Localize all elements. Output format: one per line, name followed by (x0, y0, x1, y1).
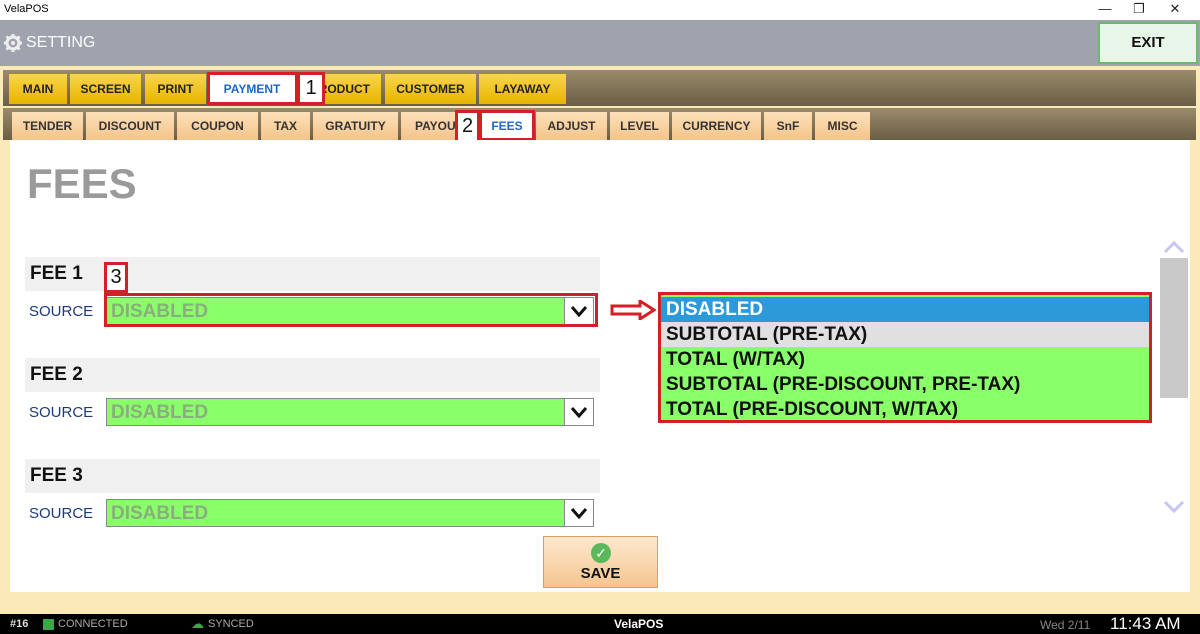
step-2-badge: 2 (455, 110, 480, 143)
tab-gratuity[interactable]: GRATUITY (313, 112, 398, 140)
fee-2-header: FEE 2 (25, 358, 600, 392)
title-bar: VelaPOS — ❐ ✕ (0, 0, 1200, 20)
gear-icon (4, 34, 22, 52)
tab-adjust[interactable]: ADJUST (536, 112, 607, 140)
tab-discount[interactable]: DISCOUNT (86, 112, 174, 140)
fee-1-title: FEE 1 (30, 263, 83, 284)
chevron-down-icon[interactable] (564, 500, 593, 526)
chevron-down-icon[interactable] (564, 399, 593, 425)
option-disabled[interactable]: DISABLED (661, 297, 1149, 322)
save-button[interactable]: ✓ SAVE (543, 536, 658, 588)
highlight-payment-tab (207, 72, 298, 105)
scroll-down-icon[interactable] (1162, 498, 1186, 516)
step-1-badge: 1 (297, 72, 325, 105)
option-subtotal-pre-discount-pre-tax[interactable]: SUBTOTAL (PRE-DISCOUNT, PRE-TAX) (661, 372, 1149, 397)
fee-2-source-label: SOURCE (29, 404, 94, 421)
tab-layaway[interactable]: LAYAWAY (479, 74, 566, 104)
save-label: SAVE (580, 565, 621, 582)
highlight-fees-tab (479, 110, 535, 141)
scrollbar-thumb[interactable] (1160, 258, 1188, 398)
checkmark-icon: ✓ (591, 543, 611, 563)
tab-print[interactable]: PRINT (145, 74, 206, 104)
minimize-button[interactable]: — (1088, 0, 1122, 20)
right-arrow-icon (610, 300, 656, 320)
setting-title: SETTING (26, 34, 96, 51)
fee-2-title: FEE 2 (30, 364, 83, 385)
fee-3-title: FEE 3 (30, 465, 83, 486)
tab-screen[interactable]: SCREEN (70, 74, 141, 104)
settings-header: SETTING (0, 20, 1200, 66)
tab-snf[interactable]: SnF (764, 112, 812, 140)
option-total-with-tax[interactable]: TOTAL (W/TAX) (661, 347, 1149, 372)
fee-3-header: FEE 3 (25, 459, 600, 493)
tab-misc[interactable]: MISC (815, 112, 870, 140)
fee-3-source-select[interactable]: DISABLED (106, 499, 594, 527)
connection-status: CONNECTED (58, 618, 128, 630)
fee-3-source-label: SOURCE (29, 505, 94, 522)
window-title: VelaPOS (4, 3, 49, 15)
close-button[interactable]: ✕ (1158, 0, 1192, 20)
exit-button[interactable]: EXIT (1098, 22, 1198, 64)
page-title: FEES (27, 160, 137, 207)
cloud-icon: ☁ (191, 616, 204, 631)
tab-tax[interactable]: TAX (261, 112, 310, 140)
option-total-pre-discount-with-tax[interactable]: TOTAL (PRE-DISCOUNT, W/TAX) (661, 397, 1149, 422)
station-number: #16 (10, 618, 29, 630)
brand-label: VelaPOS (614, 617, 664, 631)
tab-coupon[interactable]: COUPON (177, 112, 258, 140)
option-subtotal-pre-tax[interactable]: SUBTOTAL (PRE-TAX) (661, 322, 1149, 347)
tab-level[interactable]: LEVEL (610, 112, 669, 140)
time-label: 11:43 AM (1110, 614, 1181, 633)
restore-button[interactable]: ❐ (1122, 0, 1156, 20)
fee-2-source-select[interactable]: DISABLED (106, 398, 594, 426)
tab-main[interactable]: MAIN (9, 74, 67, 104)
status-bar: #16 CONNECTED ☁ SYNCED VelaPOS Wed 2/11 … (0, 614, 1200, 634)
scroll-up-icon[interactable] (1162, 238, 1186, 256)
tab-customer[interactable]: CUSTOMER (385, 74, 476, 104)
source-dropdown-list: DISABLED SUBTOTAL (PRE-TAX) TOTAL (W/TAX… (658, 292, 1152, 423)
fee-2-source-value: DISABLED (111, 402, 209, 423)
tab-currency[interactable]: CURRENCY (672, 112, 761, 140)
highlight-fee-1-select (104, 293, 598, 327)
connected-icon (43, 619, 54, 630)
sync-status: SYNCED (208, 618, 254, 630)
fee-3-source-value: DISABLED (111, 503, 209, 524)
date-label: Wed 2/11 (1040, 618, 1091, 632)
step-3-badge: 3 (104, 262, 128, 293)
fee-1-source-label: SOURCE (29, 303, 94, 320)
tab-tender[interactable]: TENDER (12, 112, 83, 140)
